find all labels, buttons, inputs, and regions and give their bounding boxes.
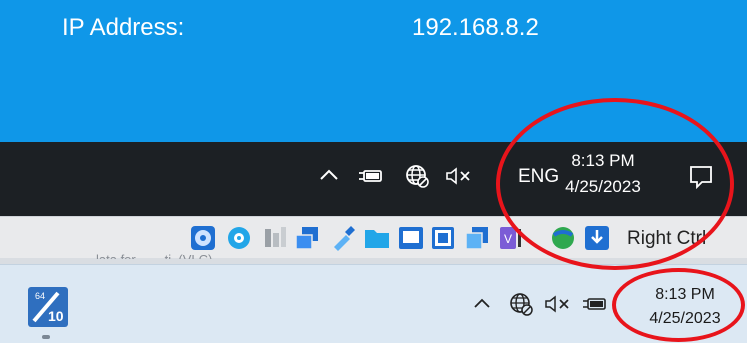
svg-text:V: V — [504, 232, 512, 246]
host-clock-time: 8:13 PM — [655, 286, 715, 303]
host-key-download-icon[interactable] — [584, 225, 610, 251]
chevron-up-icon[interactable] — [472, 295, 492, 316]
audio-icon[interactable] — [262, 225, 288, 251]
network-globe-icon[interactable] — [404, 163, 430, 194]
recording-icon[interactable] — [430, 225, 456, 251]
optical-drive-icon[interactable] — [226, 225, 252, 251]
active-app-indicator — [42, 335, 50, 339]
app-badge-text: 64 — [35, 291, 45, 301]
virtualbox-vm-taskbar-button[interactable]: 64 10 — [28, 287, 68, 327]
usb-icon[interactable] — [330, 225, 356, 251]
vm-taskbar: ENG 8:13 PM 4/25/2023 — [0, 142, 747, 216]
hard-disk-icon[interactable] — [190, 225, 216, 251]
cpu-vt-icon[interactable] — [464, 225, 490, 251]
network-globe-icon[interactable] — [508, 291, 534, 322]
display-icon[interactable] — [398, 225, 424, 251]
shared-folders-icon[interactable] — [364, 225, 390, 251]
language-indicator[interactable]: ENG — [518, 166, 559, 188]
notification-icon[interactable] — [688, 164, 714, 195]
host-clock[interactable]: 8:13 PM 4/25/2023 — [630, 283, 740, 331]
background-window-text: lata for ... ...ti..(VLC) — [96, 251, 336, 259]
vm-clock[interactable]: 8:13 PM 4/25/2023 — [556, 148, 650, 200]
vm-clock-time: 8:13 PM — [571, 151, 635, 170]
battery-plug-icon[interactable] — [358, 167, 384, 190]
host-key-label: Right Ctrl — [627, 228, 707, 249]
battery-plug-icon[interactable] — [582, 295, 608, 318]
vm-desktop: IP Address: 192.168.8.2 — [0, 0, 747, 142]
ip-address-label: IP Address: — [62, 14, 185, 41]
app-number-text: 10 — [48, 308, 64, 324]
host-clock-date: 4/25/2023 — [649, 310, 721, 327]
volume-muted-icon[interactable] — [445, 166, 473, 191]
chevron-up-icon[interactable] — [318, 166, 340, 189]
keyboard-capture-icon[interactable] — [550, 225, 576, 251]
network-adapters-icon[interactable] — [294, 225, 320, 251]
ip-address-value: 192.168.8.2 — [412, 14, 539, 41]
volume-muted-icon[interactable] — [544, 294, 572, 319]
vm-clock-date: 4/25/2023 — [565, 177, 641, 196]
mouse-integration-icon[interactable]: V — [496, 225, 522, 251]
host-taskbar: 64 10 8:13 PM 4/25/2023 — [0, 264, 747, 343]
